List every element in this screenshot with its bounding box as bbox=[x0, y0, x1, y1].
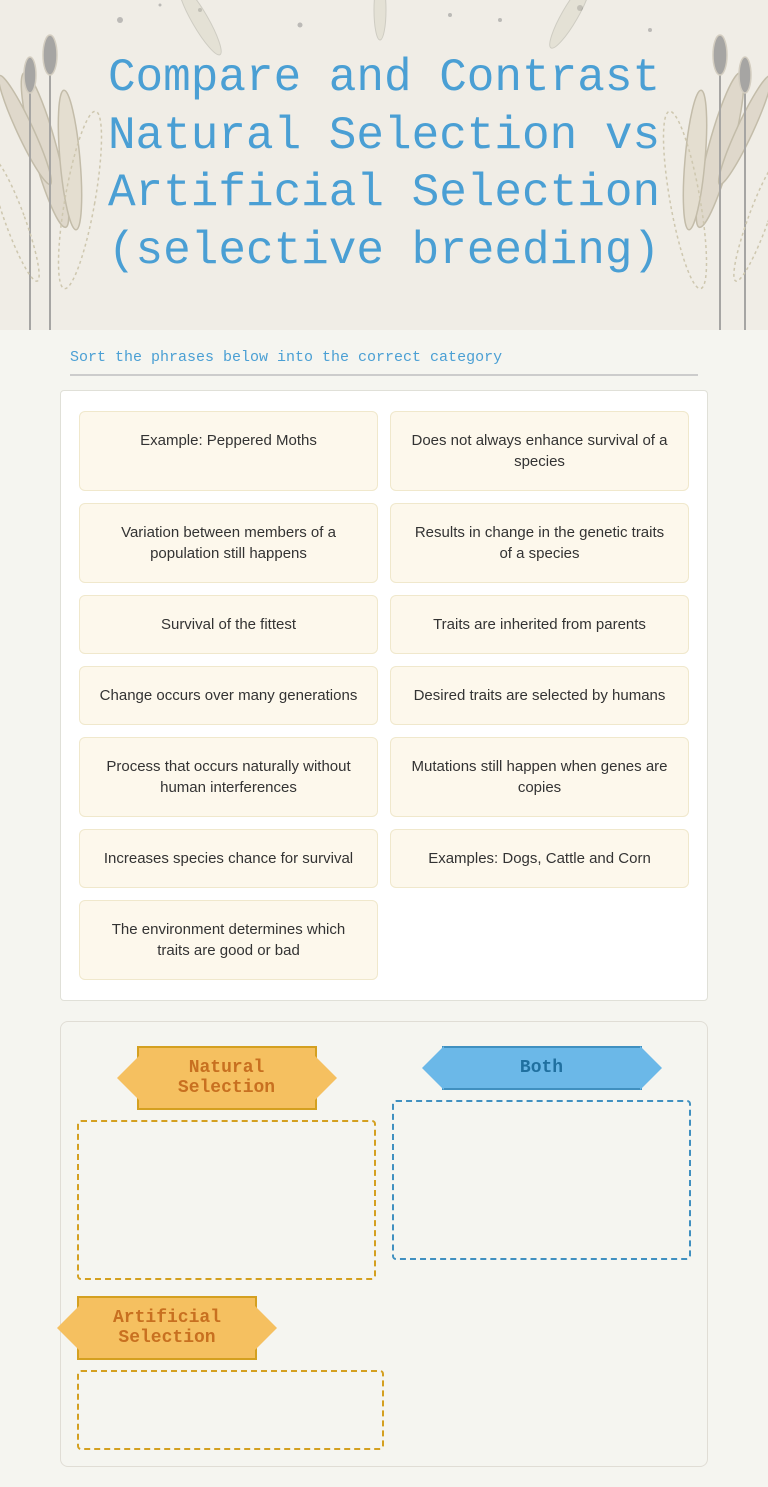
card-grid: Example: Peppered MothsDoes not always e… bbox=[79, 411, 689, 980]
card-item[interactable]: Example: Peppered Moths bbox=[79, 411, 378, 491]
both-label: Both bbox=[442, 1046, 642, 1090]
page-title: Compare and Contrast Natural Selection v… bbox=[0, 50, 768, 280]
artificial-selection-label: Artificial Selection bbox=[77, 1296, 257, 1360]
header-section: Compare and Contrast Natural Selection v… bbox=[0, 0, 768, 330]
card-item[interactable]: Change occurs over many generations bbox=[79, 666, 378, 725]
natural-selection-label: Natural Selection bbox=[137, 1046, 317, 1110]
artificial-selection-drop-zone[interactable] bbox=[77, 1370, 384, 1450]
natural-selection-column: Natural Selection bbox=[77, 1046, 376, 1280]
card-item[interactable]: The environment determines which traits … bbox=[79, 900, 378, 980]
both-drop-zone[interactable] bbox=[392, 1100, 691, 1260]
sort-area: Natural Selection Both Artificial Select… bbox=[60, 1021, 708, 1467]
natural-selection-banner: Natural Selection bbox=[137, 1046, 317, 1110]
card-item[interactable]: Process that occurs naturally without hu… bbox=[79, 737, 378, 817]
sort-top-row: Natural Selection Both bbox=[77, 1046, 691, 1280]
card-item[interactable]: Does not always enhance survival of a sp… bbox=[390, 411, 689, 491]
both-column: Both bbox=[392, 1046, 691, 1280]
card-grid-container: Example: Peppered MothsDoes not always e… bbox=[60, 390, 708, 1001]
subtitle-area: Sort the phrases below into the correct … bbox=[0, 330, 768, 390]
natural-selection-drop-zone[interactable] bbox=[77, 1120, 376, 1280]
card-item[interactable]: Variation between members of a populatio… bbox=[79, 503, 378, 583]
card-item[interactable]: Results in change in the genetic traits … bbox=[390, 503, 689, 583]
card-item[interactable]: Examples: Dogs, Cattle and Corn bbox=[390, 829, 689, 888]
artificial-selection-column: Artificial Selection bbox=[77, 1296, 384, 1450]
card-item[interactable]: Increases species chance for survival bbox=[79, 829, 378, 888]
card-item[interactable]: Traits are inherited from parents bbox=[390, 595, 689, 654]
both-banner: Both bbox=[452, 1046, 632, 1090]
card-item[interactable]: Survival of the fittest bbox=[79, 595, 378, 654]
sort-bottom-row: Artificial Selection bbox=[77, 1296, 691, 1450]
subtitle-line: Sort the phrases below into the correct … bbox=[70, 348, 698, 376]
artificial-selection-banner: Artificial Selection bbox=[77, 1296, 257, 1360]
subtitle-text: Sort the phrases below into the correct … bbox=[70, 349, 502, 366]
card-item[interactable]: Desired traits are selected by humans bbox=[390, 666, 689, 725]
card-item[interactable]: Mutations still happen when genes are co… bbox=[390, 737, 689, 817]
